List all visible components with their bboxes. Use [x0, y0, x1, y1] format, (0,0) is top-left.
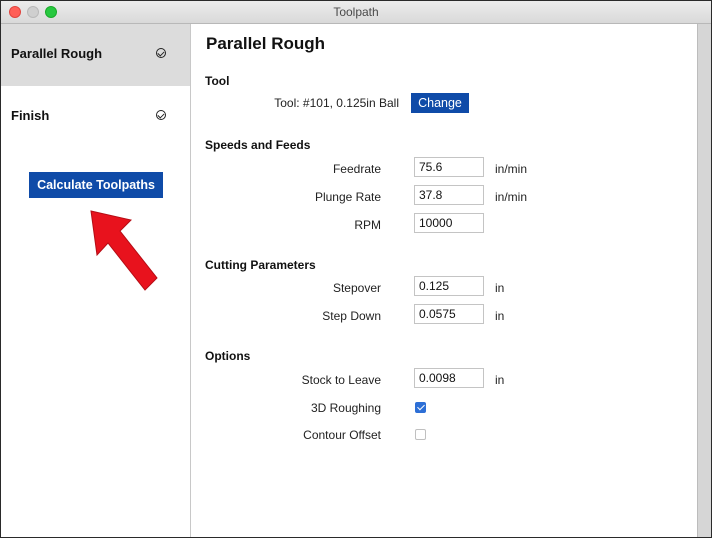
- stock-to-leave-label: Stock to Leave: [301, 373, 381, 387]
- window-title: Toolpath: [333, 5, 379, 19]
- sidebar-item-label: Parallel Rough: [11, 46, 103, 61]
- plunge-rate-input[interactable]: [414, 185, 484, 205]
- plunge-rate-label: Plunge Rate: [314, 190, 381, 204]
- section-header-options: Options: [205, 349, 251, 363]
- 3d-roughing-checkbox[interactable]: [415, 402, 426, 413]
- contour-offset-label: Contour Offset: [303, 428, 381, 442]
- section-header-speeds: Speeds and Feeds: [205, 138, 311, 152]
- section-header-tool: Tool: [205, 74, 230, 88]
- 3d-roughing-label: 3D Roughing: [310, 401, 381, 415]
- tool-description: Tool: #101, 0.125in Ball: [274, 96, 399, 110]
- contour-offset-checkbox[interactable]: [415, 429, 426, 440]
- sidebar-item-label: Finish: [11, 108, 50, 123]
- stepover-input[interactable]: [414, 276, 484, 296]
- check-circle-icon: [156, 48, 166, 58]
- plunge-rate-unit: in/min: [495, 190, 528, 204]
- stock-to-leave-unit: in: [495, 373, 505, 387]
- main-panel: Parallel Rough Tool Tool: #101, 0.125in …: [191, 24, 697, 537]
- title-bar[interactable]: Toolpath: [1, 1, 711, 24]
- sidebar-item-finish[interactable]: Finish: [1, 86, 190, 148]
- calculate-toolpaths-button[interactable]: Calculate Toolpaths: [29, 172, 163, 198]
- section-header-cutting: Cutting Parameters: [205, 258, 316, 272]
- toolpath-window: Toolpath Parallel Rough Finish Calculate…: [0, 0, 712, 538]
- stepover-unit: in: [495, 281, 505, 295]
- step-down-input[interactable]: [414, 304, 484, 324]
- sidebar-item-parallel-rough[interactable]: Parallel Rough: [1, 24, 190, 86]
- rpm-input[interactable]: [414, 213, 484, 233]
- feedrate-input[interactable]: [414, 157, 484, 177]
- check-circle-icon: [156, 110, 166, 120]
- feedrate-label: Feedrate: [332, 162, 381, 176]
- stock-to-leave-input[interactable]: [414, 368, 484, 388]
- change-tool-button[interactable]: Change: [411, 93, 469, 113]
- step-down-label: Step Down: [322, 309, 381, 323]
- page-title: Parallel Rough: [206, 34, 326, 53]
- annotation-arrow-icon: [90, 210, 158, 291]
- step-down-unit: in: [495, 309, 505, 323]
- feedrate-unit: in/min: [495, 162, 528, 176]
- rpm-label: RPM: [354, 218, 381, 232]
- stepover-label: Stepover: [332, 281, 381, 295]
- vertical-scrollbar[interactable]: [697, 24, 711, 537]
- toolpath-sidebar: Parallel Rough Finish Calculate Toolpath…: [1, 24, 191, 537]
